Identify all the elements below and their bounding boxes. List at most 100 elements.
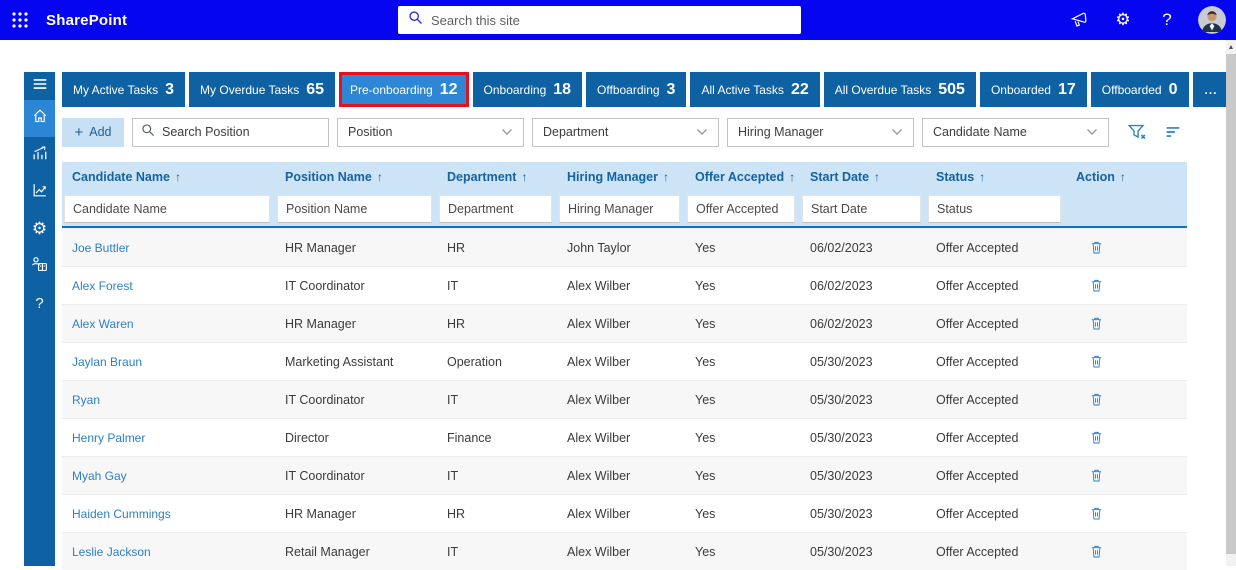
sidebar-item-settings[interactable]: ⚙ (24, 211, 55, 248)
sidebar-item-trends[interactable] (24, 174, 55, 211)
sidebar-item-home[interactable] (24, 100, 55, 137)
site-search-box[interactable] (398, 6, 801, 34)
app-launcher-icon[interactable] (0, 0, 40, 40)
tab-overflow[interactable]: ... (1193, 72, 1230, 107)
filter-input-status[interactable] (928, 195, 1061, 223)
tab-all-overdue-tasks[interactable]: All Overdue Tasks 505 (824, 72, 976, 107)
help-icon[interactable]: ? (1154, 7, 1180, 33)
tab-onboarding[interactable]: Onboarding 18 (473, 72, 583, 107)
tab-label: All Active Tasks (701, 83, 783, 97)
candidate-link[interactable]: Ryan (72, 393, 100, 407)
sidebar-item-help[interactable]: ? (24, 285, 55, 322)
site-search-input[interactable] (431, 13, 791, 28)
tab-offboarding[interactable]: Offboarding 3 (586, 72, 686, 107)
column-header-candidate-name[interactable]: Candidate Name ↑ (62, 162, 275, 191)
filter-input-offer-accepted[interactable] (687, 195, 795, 223)
sort-ascending-icon: ↑ (521, 170, 527, 184)
column-header-start-date[interactable]: Start Date ↑ (800, 162, 926, 191)
tab-onboarded[interactable]: Onboarded 17 (980, 72, 1087, 107)
delete-icon[interactable] (1088, 543, 1105, 560)
filter-input-department[interactable] (439, 195, 552, 223)
topbar-actions: ⚙ ? (1066, 0, 1232, 40)
question-icon: ? (35, 295, 43, 313)
candidate-link[interactable]: Myah Gay (72, 469, 127, 483)
table-row: Jaylan Braun Marketing Assistant Operati… (62, 342, 1187, 380)
delete-icon[interactable] (1088, 239, 1105, 256)
candidate-link[interactable]: Leslie Jackson (72, 545, 151, 559)
table-row: Henry Palmer Director Finance Alex Wilbe… (62, 418, 1187, 456)
table-body: Joe Buttler HR Manager HR John Taylor Ye… (62, 228, 1187, 570)
candidate-link[interactable]: Henry Palmer (72, 431, 145, 445)
home-icon (31, 107, 49, 130)
filter-input-candidate-name[interactable] (64, 195, 270, 223)
sidebar-item-analytics[interactable] (24, 137, 55, 174)
chevron-down-icon (891, 125, 903, 139)
sort-ascending-icon: ↑ (979, 170, 985, 184)
column-header-action[interactable]: Action ↑ (1066, 162, 1187, 191)
vertical-scrollbar[interactable]: ▲ (1226, 40, 1236, 566)
candidate-link[interactable]: Alex Forest (72, 279, 133, 293)
column-header-department[interactable]: Department ↑ (437, 162, 557, 191)
dropdown-candidate-name[interactable]: Candidate Name (922, 118, 1109, 147)
tab-count: 65 (306, 81, 324, 99)
candidate-link[interactable]: Jaylan Braun (72, 355, 142, 369)
delete-icon[interactable] (1088, 277, 1105, 294)
sort-ascending-icon: ↑ (1120, 170, 1126, 184)
tab-count: 18 (553, 81, 571, 99)
position-search-input[interactable] (162, 125, 323, 139)
tab-count: 3 (667, 81, 676, 99)
column-header-hiring-manager[interactable]: Hiring Manager ↑ (557, 162, 685, 191)
sort-lines-icon[interactable] (1161, 120, 1185, 144)
candidate-link[interactable]: Alex Waren (72, 317, 134, 331)
tab-count: 22 (791, 81, 809, 99)
table-row: Joe Buttler HR Manager HR John Taylor Ye… (62, 228, 1187, 266)
dropdown-position[interactable]: Position (337, 118, 524, 147)
filter-input-position-name[interactable] (277, 195, 432, 223)
tab-my-overdue-tasks[interactable]: My Overdue Tasks 65 (189, 72, 335, 107)
dropdown-hiring-manager[interactable]: Hiring Manager (727, 118, 914, 147)
candidate-link[interactable]: Joe Buttler (72, 241, 129, 255)
tab-label: My Overdue Tasks (200, 83, 299, 97)
avatar[interactable] (1198, 6, 1226, 34)
filter-input-hiring-manager[interactable] (559, 195, 680, 223)
delete-icon[interactable] (1088, 353, 1105, 370)
sidebar-item-directory[interactable] (24, 248, 55, 285)
scroll-up-arrow[interactable]: ▲ (1226, 40, 1236, 54)
column-header-offer-accepted[interactable]: Offer Accepted ↑ (685, 162, 800, 191)
delete-icon[interactable] (1088, 315, 1105, 332)
delete-icon[interactable] (1088, 391, 1105, 408)
sort-ascending-icon: ↑ (663, 170, 669, 184)
gear-icon[interactable]: ⚙ (1110, 7, 1136, 33)
brand-title: SharePoint (46, 12, 127, 29)
add-button[interactable]: + Add (62, 118, 124, 147)
tab-pre-onboarding[interactable]: Pre-onboarding 12 (339, 72, 469, 107)
column-header-status[interactable]: Status ↑ (926, 162, 1066, 191)
chevron-down-icon (501, 125, 513, 139)
tab-count: 505 (938, 81, 965, 99)
people-directory-icon (30, 255, 49, 279)
dropdown-department[interactable]: Department (532, 118, 719, 147)
delete-icon[interactable] (1088, 467, 1105, 484)
tab-offboarded[interactable]: Offboarded 0 (1091, 72, 1189, 107)
table-row: Ryan IT Coordinator IT Alex Wilber Yes 0… (62, 380, 1187, 418)
sidebar-item-menu[interactable] (24, 72, 55, 100)
position-search-box[interactable] (132, 118, 329, 147)
filter-input-start-date[interactable] (802, 195, 921, 223)
header-filter-row (62, 191, 1187, 226)
candidate-link[interactable]: Haiden Cummings (72, 507, 171, 521)
bar-chart-icon (31, 144, 49, 167)
filter-toolbar: + Add Position Department Hiring Manager Ca… (62, 117, 1185, 147)
gear-icon: ⚙ (32, 221, 47, 239)
delete-icon[interactable] (1088, 505, 1105, 522)
megaphone-icon[interactable] (1066, 7, 1092, 33)
sort-ascending-icon: ↑ (377, 170, 383, 184)
delete-icon[interactable] (1088, 429, 1105, 446)
tab-all-active-tasks[interactable]: All Active Tasks 22 (690, 72, 819, 107)
plus-icon: + (74, 125, 83, 140)
column-header-position-name[interactable]: Position Name ↑ (275, 162, 437, 191)
scrollbar-thumb[interactable] (1226, 54, 1236, 554)
clear-filter-icon[interactable] (1125, 120, 1149, 144)
tab-count: 0 (1169, 81, 1178, 99)
tab-my-active-tasks[interactable]: My Active Tasks 3 (62, 72, 185, 107)
tab-count: 3 (165, 81, 174, 99)
